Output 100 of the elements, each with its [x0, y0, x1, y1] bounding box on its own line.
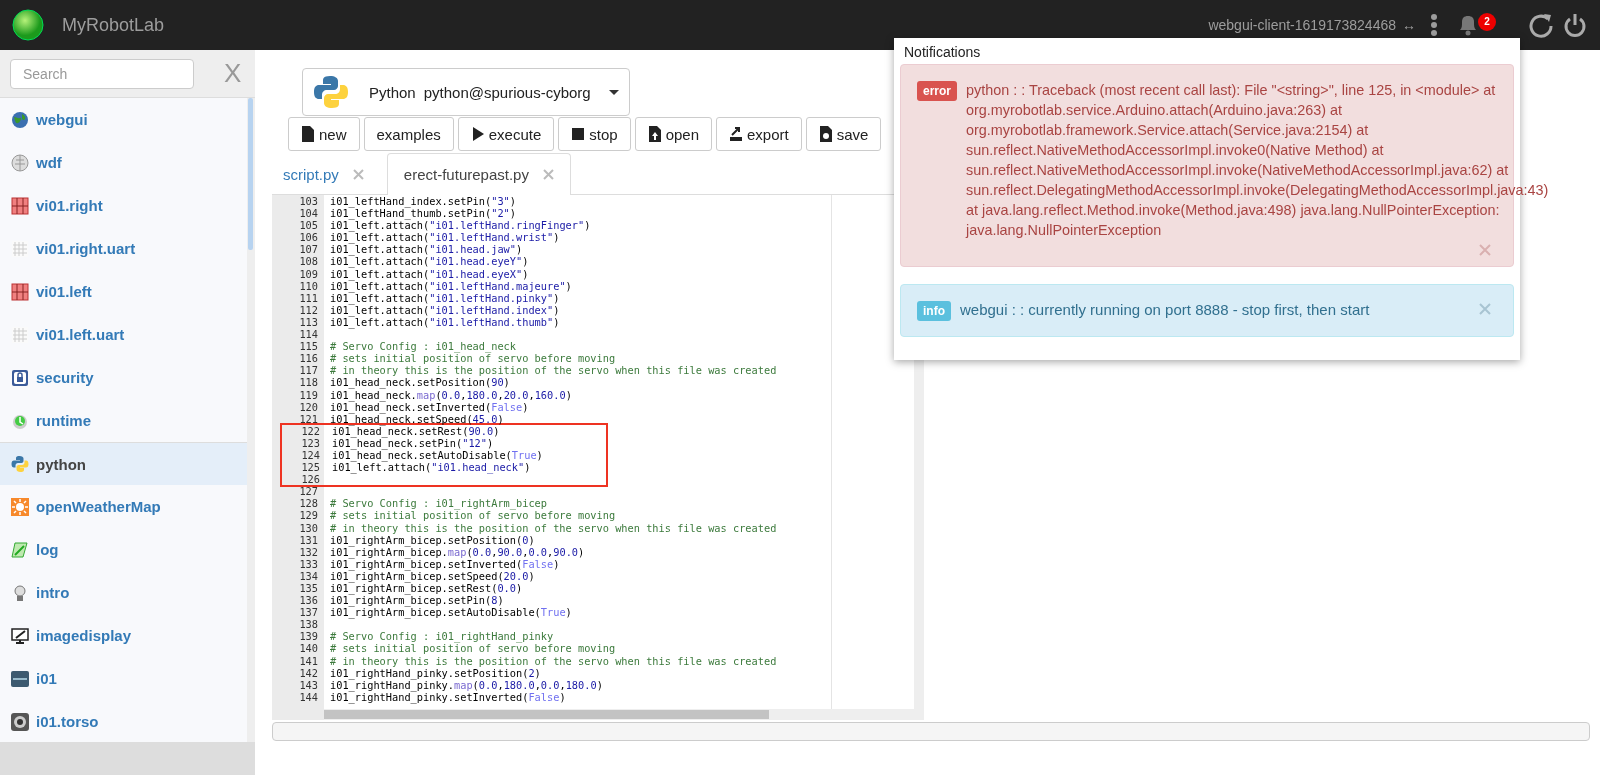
line-number: 104 [298, 207, 319, 220]
code-line: i01_rightArm_bicep.map(0.0,90.0,0.0,90.0) [329, 545, 585, 558]
save-button[interactable]: save [805, 117, 882, 151]
caret-icon [609, 89, 619, 95]
close-icon[interactable] [542, 169, 554, 180]
line-number: 132 [298, 545, 319, 558]
new-button[interactable]: new [288, 117, 360, 151]
line-number: 115 [298, 340, 319, 353]
logo-icon [11, 455, 29, 473]
code-line: # Servo Config : i01_head_neck [329, 340, 516, 353]
line-number: 117 [298, 364, 319, 377]
file-tab[interactable]: script.py [272, 153, 379, 194]
line-number: 142 [298, 666, 319, 679]
lock-icon [11, 368, 29, 387]
stop-icon [571, 126, 586, 142]
code-line: i01_left.attach("i01.leftHand.ringFinger") [329, 219, 591, 232]
line-number: 113 [298, 315, 319, 329]
line-number: 131 [298, 533, 319, 546]
code-line: i01_leftHand_thumb.setPin("2") [329, 207, 516, 220]
sidebar-item[interactable]: imagedisplay [0, 614, 247, 657]
sidebar-item[interactable]: python [0, 442, 247, 485]
sidebar-item[interactable]: vi01.right.uart [0, 227, 247, 270]
search-field[interactable]: Search [10, 58, 194, 89]
execute-button[interactable]: execute [457, 117, 555, 151]
line-number: 133 [298, 557, 319, 570]
sidebar-item[interactable]: i01 [0, 657, 247, 700]
sidebar-item[interactable]: vi01.left.uart [0, 313, 247, 356]
alert-badge: error [917, 81, 957, 101]
code-line: i01_rightArm_bicep.setAutoDisable(True) [329, 606, 572, 619]
sidebar-item[interactable]: openWeatherMap [0, 485, 247, 528]
sidebar-item[interactable]: wdf [0, 141, 247, 184]
sidebar-item[interactable]: webgui [0, 98, 247, 141]
grid-icon [11, 282, 29, 301]
line-number: 141 [298, 654, 319, 667]
grid-icon [11, 239, 29, 258]
clear-search-button[interactable]: X [224, 58, 242, 89]
line-number: 118 [298, 376, 319, 389]
line-number: 112 [298, 303, 319, 316]
code-line: i01_rightArm_bicep.setPosition(0) [329, 533, 535, 546]
code-line: # Servo Config : i01_rightHand_pinky [329, 630, 554, 643]
bulb-icon [11, 583, 29, 602]
export-icon [729, 126, 743, 142]
power-icon[interactable] [1562, 12, 1588, 38]
code-line: i01_left.attach("i01.head.eyeY") [329, 255, 529, 268]
panel-title: Notifications [904, 44, 982, 60]
scrollbar[interactable] [247, 98, 255, 742]
line-number: 107 [298, 243, 319, 256]
sidebar-item[interactable]: vi01.left [0, 270, 247, 313]
code-line: # sets initial position of servo before moving [329, 509, 616, 522]
file-upload-icon [647, 126, 662, 142]
line-number: 136 [298, 594, 319, 607]
service-dropdown[interactable]: Python python@spurious-cyborg [302, 68, 630, 116]
sun-icon [11, 497, 29, 516]
sidebar-item[interactable]: i01.torso [0, 700, 247, 743]
line-number: 130 [298, 521, 319, 534]
close-icon[interactable] [1479, 244, 1491, 256]
line-number: 129 [298, 509, 319, 522]
code-line: i01_rightHand_pinky.setPosition(2) [329, 666, 541, 679]
sidebar-item[interactable]: security [0, 356, 247, 399]
sidebar-item[interactable]: runtime [0, 399, 247, 442]
alert-message: webgui : : currently running on port 8888 - stop first, then start [960, 300, 1370, 320]
code-line: i01_head_neck.setPosition(90) [329, 376, 510, 389]
menu-icon[interactable] [1430, 13, 1438, 37]
scroll-icon [11, 540, 29, 559]
sidebar-item[interactable]: vi01.right [0, 184, 247, 227]
code-line: i01_left.attach("i01.head.eyeX") [329, 267, 529, 280]
line-number: 105 [298, 219, 319, 232]
close-icon[interactable] [352, 168, 364, 180]
line-number: 126 [300, 473, 321, 486]
line-number: 127 [298, 485, 319, 498]
grid-icon [11, 325, 29, 344]
line-number: 143 [298, 678, 319, 691]
grid-icon [11, 196, 29, 215]
line-number: 103 [298, 195, 319, 208]
close-icon[interactable] [1479, 303, 1491, 315]
export-button[interactable]: export [716, 117, 802, 151]
file-tab[interactable]: erect-futurepast.py [386, 153, 571, 195]
line-number: 108 [298, 255, 319, 268]
open-button[interactable]: open [634, 117, 712, 151]
line-number: 110 [298, 279, 319, 292]
code-line: # sets initial position of servo before moving [329, 352, 616, 365]
line-number: 116 [298, 352, 319, 365]
code-line: # in theory this is the position of the servo when this file was created [329, 521, 777, 534]
line-number: 134 [298, 569, 319, 582]
line-number: 137 [298, 606, 319, 619]
examples-button[interactable]: examples [363, 117, 454, 151]
refresh-icon[interactable] [1528, 12, 1554, 38]
line-number: 124 [300, 448, 321, 462]
robot-icon [11, 712, 29, 731]
sidebar-item[interactable]: intro [0, 571, 247, 614]
link-icon: ↔ [1402, 17, 1416, 33]
line-number: 125 [300, 461, 321, 474]
line-number: 120 [298, 400, 319, 413]
scrollbar[interactable] [324, 709, 914, 720]
line-number: 135 [298, 582, 319, 595]
code-line: i01_left.attach("i01.leftHand.majeure") [329, 279, 572, 292]
sidebar-item[interactable]: log [0, 528, 247, 571]
alert-message: python : : Traceback (most recent call last): File "<string>", line 125, in <module> at org.myrobotlab.service.Arduino.attach(Arduino.java:263) at org.myrobotlab.framework.Service.attach(Service.java:2154) at sun.reflect.NativeMethodAccessorImpl.invoke0(Native Method) at sun.reflect.NativeMethodAccessorImpl.invoke(NativeMethodAccessorImpl.java:62) at sun.reflect.DelegatingMethodAccessorImpl.invoke(DelegatingMethodAccessorImpl.java:43) at java.lang.reflect.Method.invoke(Method.java:498) java.lang.NullPointerException: java.lang.NullPointerException [966, 81, 1549, 240]
stop-button[interactable]: stop [558, 117, 631, 151]
line-number: 140 [298, 642, 319, 655]
